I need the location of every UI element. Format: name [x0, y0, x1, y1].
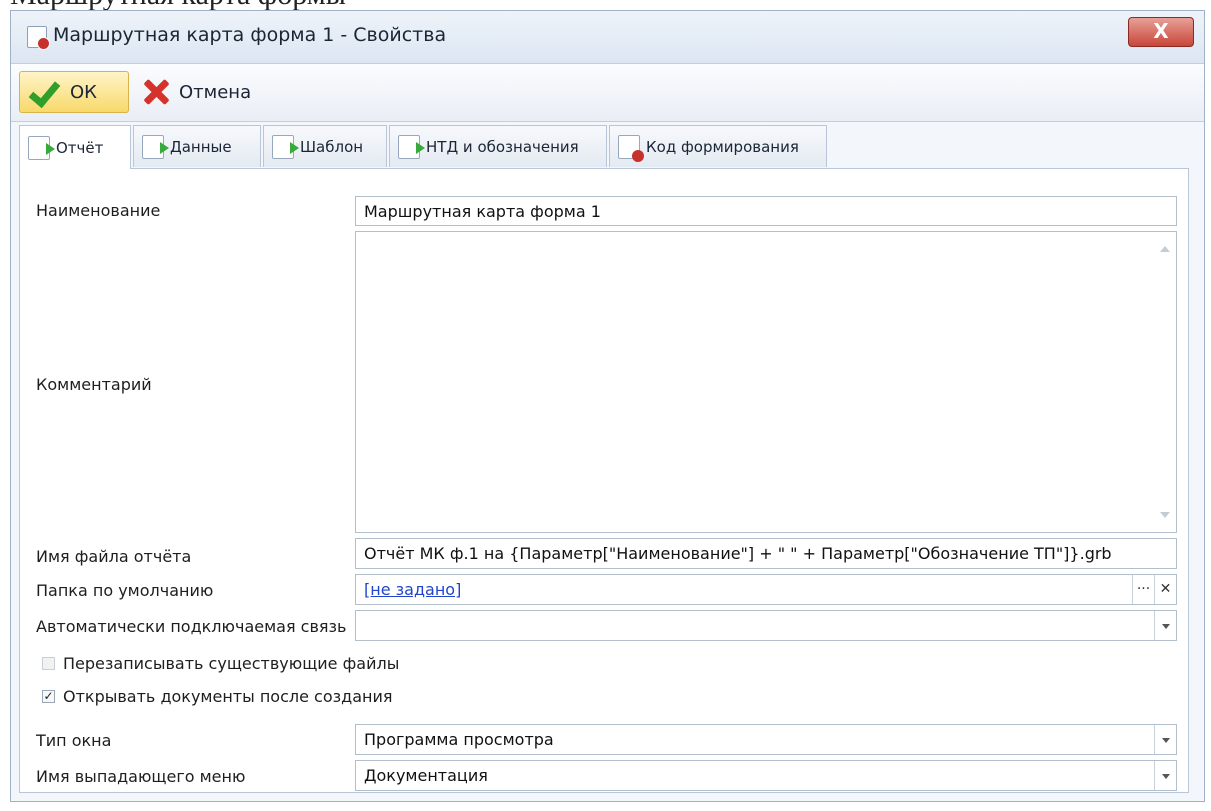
- toolbar: ОК Отмена: [11, 64, 1204, 122]
- chevron-down-icon[interactable]: [1154, 725, 1176, 754]
- tab-label: Код формирования: [646, 137, 799, 156]
- tab-code[interactable]: Код формирования: [609, 125, 827, 167]
- code-document-icon: [618, 134, 644, 162]
- checkmark-icon: [28, 77, 62, 107]
- folder-label: Папка по умолчанию: [36, 581, 214, 600]
- cancel-button-label: Отмена: [179, 81, 252, 103]
- folder-field[interactable]: [не задано] ··· ✕: [355, 574, 1177, 605]
- tab-data[interactable]: Данные: [133, 125, 261, 167]
- tab-label: Шаблон: [300, 137, 364, 156]
- properties-dialog: Маршрутная карта форма 1 - Свойства X ОК…: [10, 10, 1205, 802]
- chevron-down-icon[interactable]: [1154, 761, 1176, 790]
- open-after-option[interactable]: ✓ Открывать документы после создания: [42, 687, 392, 706]
- open-after-checkbox[interactable]: ✓: [42, 690, 55, 703]
- scroll-down-arrow-icon[interactable]: [1160, 512, 1170, 518]
- tab-label: Отчёт: [56, 138, 104, 157]
- tab-label: НТД и обозначения: [426, 137, 579, 156]
- ok-button-label: ОК: [70, 81, 97, 103]
- name-label: Наименование: [36, 201, 161, 220]
- filename-input[interactable]: Отчёт МК ф.1 на {Параметр["Наименование"…: [355, 538, 1177, 569]
- report-icon: [27, 26, 50, 50]
- autolink-label: Автоматически подключаемая связь: [36, 617, 347, 636]
- tab-ntd[interactable]: НТД и обозначения: [389, 125, 607, 167]
- window-type-value: Программа просмотра: [364, 730, 554, 749]
- document-arrow-icon: [398, 134, 425, 159]
- overwrite-label: Перезаписывать существующие файлы: [63, 654, 400, 673]
- document-arrow-icon: [272, 134, 299, 159]
- folder-link[interactable]: [не задано]: [364, 580, 461, 599]
- window-type-select[interactable]: Программа просмотра: [355, 724, 1177, 755]
- overwrite-option[interactable]: Перезаписывать существующие файлы: [42, 654, 399, 673]
- cancel-button[interactable]: Отмена: [133, 71, 283, 113]
- tab-label: Данные: [170, 137, 232, 156]
- overwrite-checkbox[interactable]: [42, 657, 55, 670]
- document-arrow-icon: [28, 135, 55, 160]
- open-after-label: Открывать документы после создания: [63, 687, 393, 706]
- clear-button[interactable]: ✕: [1154, 575, 1176, 604]
- cancel-x-icon: [141, 77, 171, 107]
- menu-name-value: Документация: [364, 766, 488, 785]
- comment-label: Комментарий: [36, 375, 152, 394]
- tab-template[interactable]: Шаблон: [263, 125, 387, 167]
- ok-button[interactable]: ОК: [19, 71, 129, 113]
- autolink-select[interactable]: [355, 610, 1177, 641]
- chevron-down-icon[interactable]: [1154, 611, 1176, 640]
- title-bar[interactable]: Маршрутная карта форма 1 - Свойства X: [11, 11, 1204, 64]
- close-button[interactable]: X: [1128, 17, 1194, 47]
- tab-strip: Отчёт Данные Шаблон НТД и обозначения Ко…: [19, 125, 1189, 169]
- filename-label: Имя файла отчёта: [36, 547, 192, 566]
- scroll-up-arrow-icon[interactable]: [1160, 246, 1170, 252]
- window-title: Маршрутная карта форма 1 - Свойства: [53, 24, 447, 46]
- tab-report[interactable]: Отчёт: [19, 125, 131, 169]
- menu-name-label: Имя выпадающего меню: [36, 767, 246, 786]
- report-tab-panel: Наименование Маршрутная карта форма 1 Ко…: [19, 168, 1189, 793]
- document-arrow-icon: [142, 134, 169, 159]
- name-input[interactable]: Маршрутная карта форма 1: [355, 196, 1177, 226]
- window-type-label: Тип окна: [36, 731, 112, 750]
- menu-name-select[interactable]: Документация: [355, 760, 1177, 791]
- comment-textarea[interactable]: [355, 231, 1177, 533]
- browse-button[interactable]: ···: [1132, 575, 1154, 604]
